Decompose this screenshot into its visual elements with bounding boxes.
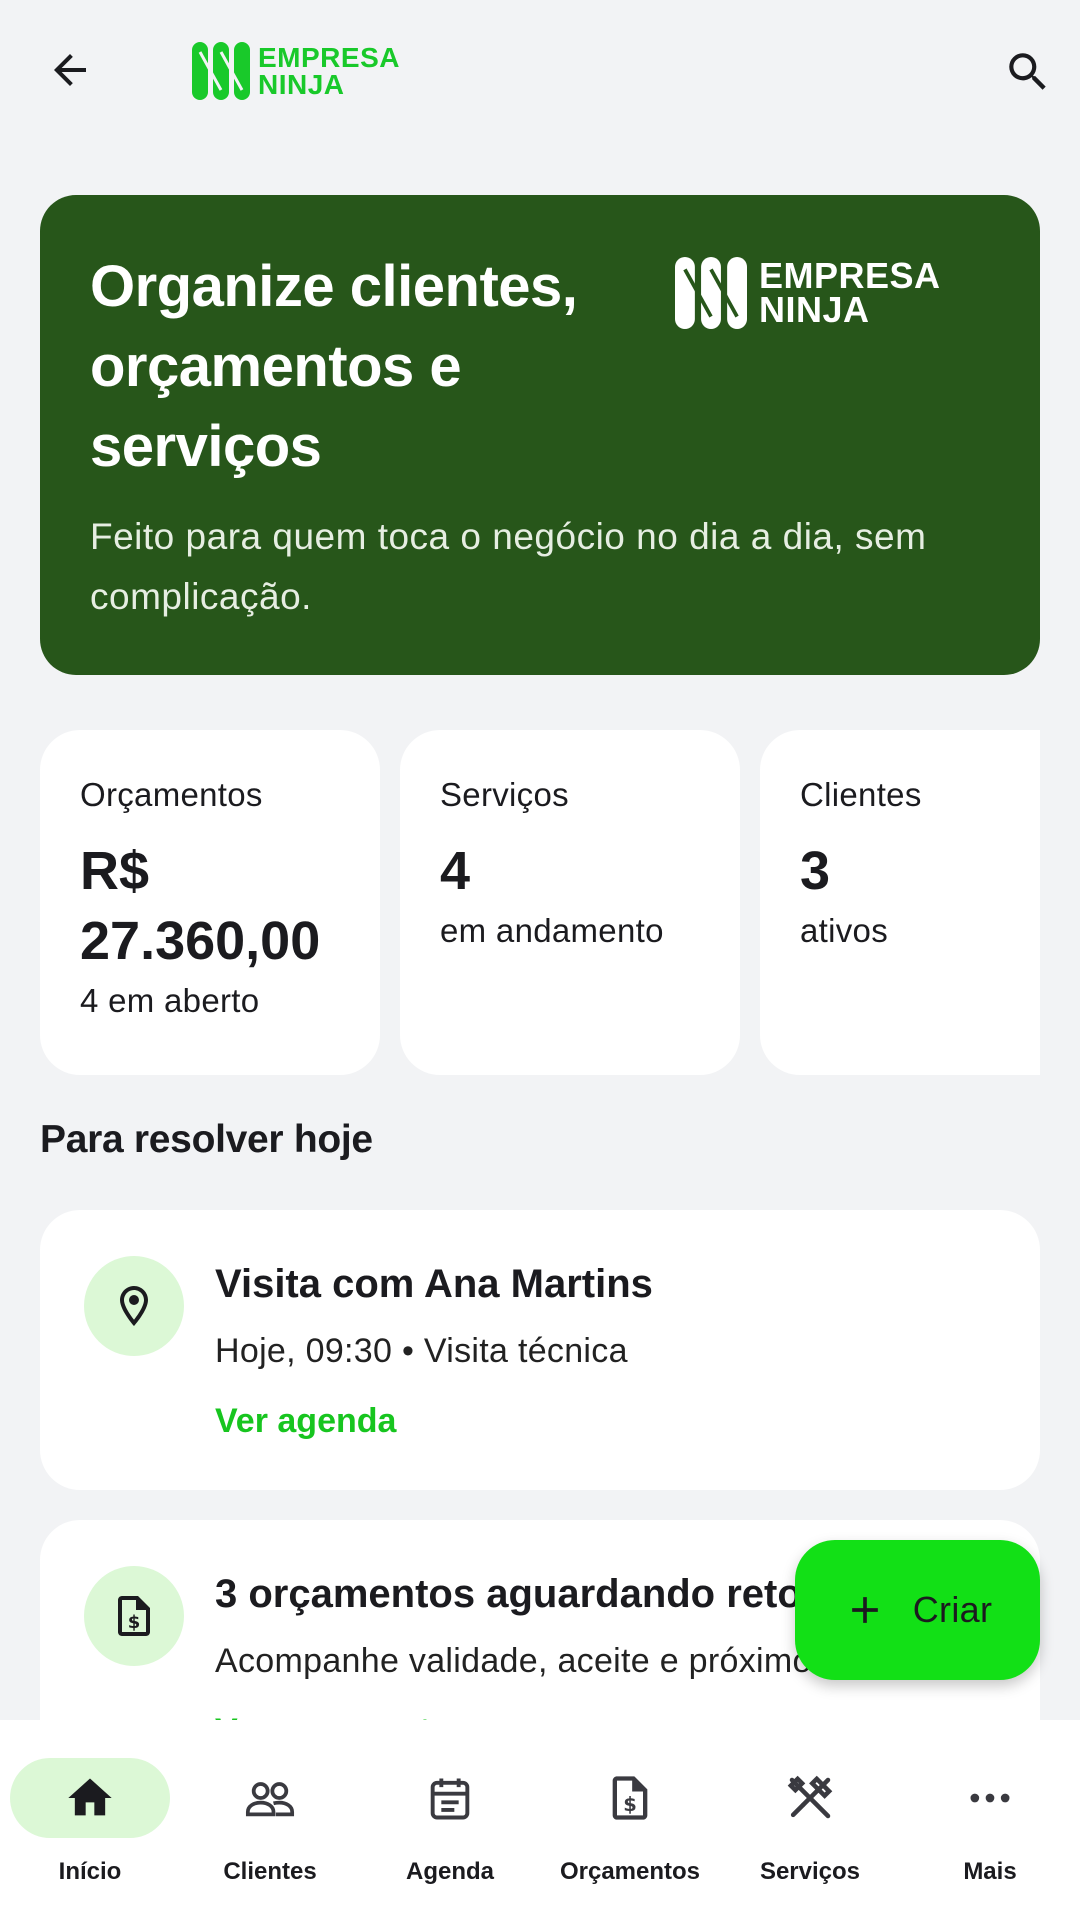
nav-item-inicio[interactable]: Início: [0, 1720, 180, 1920]
invoice-dollar-icon: $: [118, 1596, 150, 1636]
stat-sub: em andamento: [440, 912, 664, 949]
top-app-bar: EMPRESA NINJA: [0, 0, 1080, 140]
stat-label: Orçamentos: [80, 776, 263, 813]
nav-label: Orçamentos: [559, 1858, 701, 1885]
invoice-dollar-icon: $: [612, 1776, 648, 1820]
search-icon: [1009, 53, 1046, 90]
task-title: Visita com Ana Martins: [215, 1262, 653, 1306]
nav-indicator: [190, 1758, 350, 1838]
brand-logo: EMPRESA NINJA: [192, 42, 400, 100]
home-icon: [68, 1778, 112, 1816]
hero-logo: EMPRESA NINJA: [675, 257, 941, 329]
stat-sub: ativos: [800, 912, 889, 949]
bottom-navigation: Início Clientes Agenda $ Orçamentos Serv…: [0, 1720, 1080, 1920]
stat-label: Serviços: [440, 776, 569, 813]
svg-text:$: $: [623, 1793, 637, 1816]
calendar-icon: [430, 1778, 470, 1820]
task-icon-bg: [84, 1256, 184, 1356]
task-title: 3 orçamentos aguardando retorno: [215, 1572, 867, 1616]
stats-row: Orçamentos R$ 27.360,00 4 em aberto Serv…: [40, 730, 1040, 1075]
search-button[interactable]: [996, 40, 1060, 104]
hero-banner: Organize clientes, orçamentos e serviços…: [40, 195, 1040, 675]
nav-indicator: [370, 1758, 530, 1838]
nav-item-servicos[interactable]: Serviços: [720, 1720, 900, 1920]
nav-item-agenda[interactable]: Agenda: [360, 1720, 540, 1920]
nav-item-orcamentos[interactable]: $ Orçamentos: [540, 1720, 720, 1920]
stat-value: 4: [440, 841, 471, 901]
nav-label: Clientes: [223, 1858, 317, 1885]
brand-line2: NINJA: [258, 69, 345, 100]
nav-label: Mais: [963, 1858, 1017, 1885]
hero-title: Organize clientes, orçamentos e serviços: [90, 254, 578, 479]
stat-card-orcamentos[interactable]: Orçamentos R$ 27.360,00 4 em aberto: [40, 730, 380, 1075]
people-icon: [245, 1782, 295, 1817]
back-button[interactable]: [40, 40, 100, 100]
stat-card-clientes[interactable]: Clientes 3 ativos: [760, 730, 1040, 1075]
more-horizontal-icon: [970, 1793, 1010, 1803]
nav-label: Início: [58, 1858, 122, 1885]
hero-logo-line2: NINJA: [759, 289, 870, 330]
nav-indicator: [910, 1758, 1070, 1838]
create-fab[interactable]: Criar: [795, 1540, 1040, 1680]
task-card-visita[interactable]: Visita com Ana Martins Hoje, 09:30 • Vis…: [40, 1210, 1040, 1490]
stat-card-servicos[interactable]: Serviços 4 em andamento: [400, 730, 740, 1075]
arrow-left-icon: [54, 54, 86, 86]
nav-label: Serviços: [759, 1858, 861, 1885]
stat-sub: 4 em aberto: [80, 982, 260, 1019]
svg-text:$: $: [128, 1612, 141, 1633]
hero-logo-line1: EMPRESA: [759, 255, 941, 296]
stat-value: R$ 27.360,00: [80, 841, 321, 971]
nav-label: Agenda: [405, 1858, 494, 1885]
fab-label: Criar: [912, 1589, 993, 1630]
hero-wordmark: EMPRESA NINJA: [759, 255, 941, 330]
location-pin-icon: [120, 1286, 148, 1326]
screen: EMPRESA NINJA Organize clientes, orçamen…: [0, 0, 1080, 1920]
nav-indicator: $: [550, 1758, 710, 1838]
brand-mark-icon: [192, 42, 250, 100]
nav-indicator: [730, 1758, 890, 1838]
plus-icon: [851, 1597, 878, 1623]
task-icon-bg: $: [84, 1566, 184, 1666]
nav-indicator: [10, 1758, 170, 1838]
nav-item-clientes[interactable]: Clientes: [180, 1720, 360, 1920]
brand-line1: EMPRESA: [258, 42, 400, 73]
tools-icon: [787, 1775, 833, 1819]
stat-label: Clientes: [800, 776, 922, 813]
section-title: Para resolver hoje: [40, 1118, 373, 1161]
brand-wordmark: EMPRESA NINJA: [258, 42, 400, 100]
hero-subtitle: Feito para quem toca o negócio no dia a …: [90, 516, 927, 617]
task-subtitle: Hoje, 09:30 • Visita técnica: [215, 1332, 628, 1370]
brand-mark-icon: [675, 257, 747, 329]
nav-item-mais[interactable]: Mais: [900, 1720, 1080, 1920]
stat-value: 3: [800, 841, 831, 901]
ver-agenda-link[interactable]: Ver agenda: [215, 1402, 396, 1441]
